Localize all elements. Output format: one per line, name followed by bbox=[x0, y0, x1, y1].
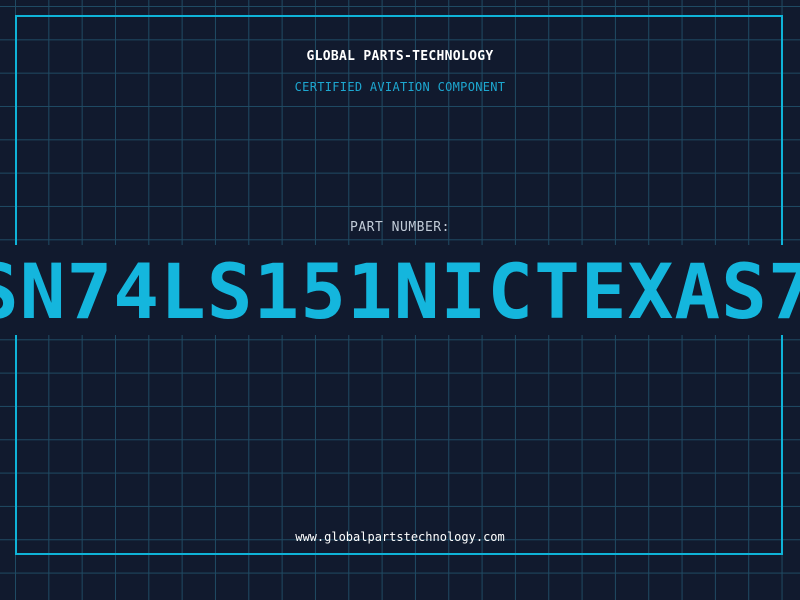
company-name: GLOBAL PARTS-TECHNOLOGY bbox=[306, 49, 494, 64]
website-url[interactable]: www.globalpartstechnology.com bbox=[0, 530, 800, 544]
part-number-band: SN74LS151NICTEXAS79 bbox=[0, 245, 800, 335]
part-number-label: PART NUMBER: bbox=[350, 220, 450, 235]
certification-subtitle: CERTIFIED AVIATION COMPONENT bbox=[294, 80, 506, 94]
certificate-canvas: GLOBAL PARTS-TECHNOLOGY CERTIFIED AVIATI… bbox=[0, 0, 800, 600]
part-number-value: SN74LS151NICTEXAS79 bbox=[0, 247, 800, 335]
